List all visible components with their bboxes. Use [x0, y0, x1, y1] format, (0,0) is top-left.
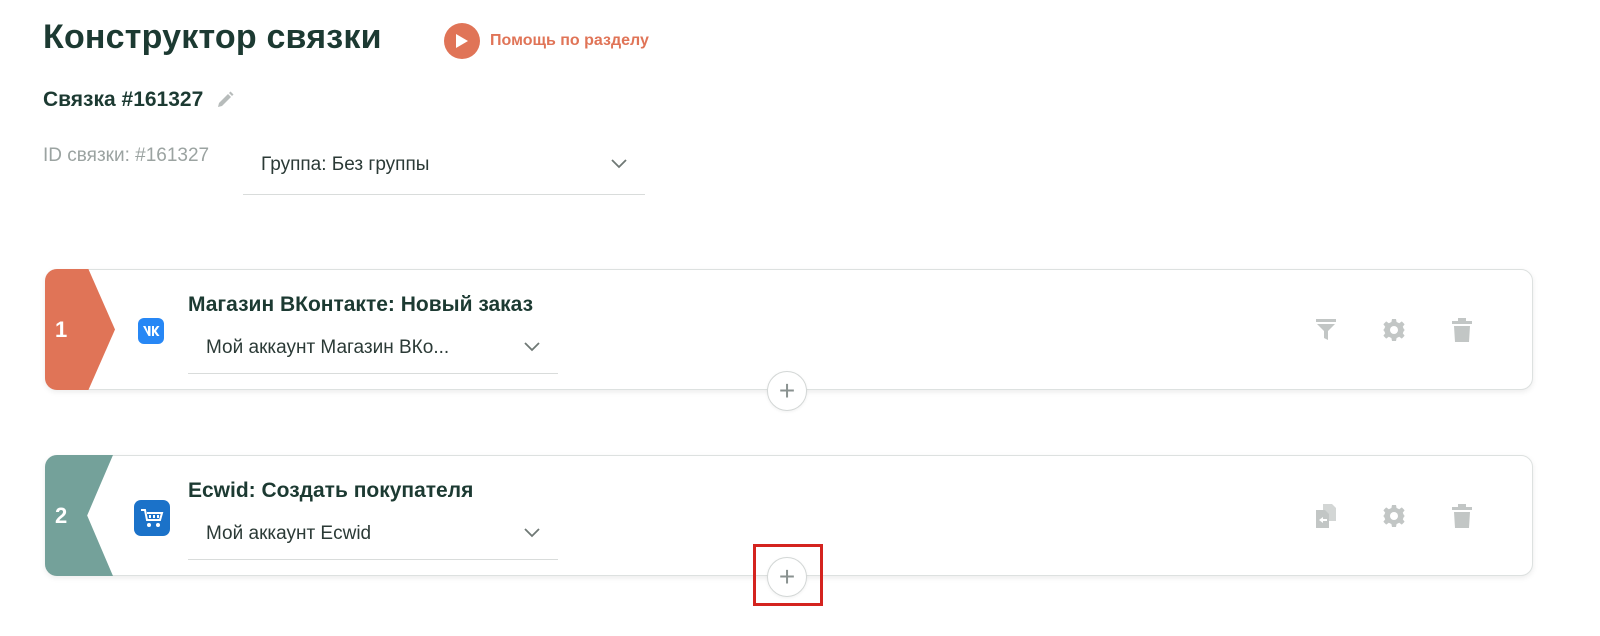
- group-select[interactable]: Группа: Без группы: [243, 145, 645, 195]
- copy-icon[interactable]: [1292, 502, 1360, 530]
- bundle-constructor-page: Конструктор связки Помощь по разделу Свя…: [0, 0, 1600, 636]
- bundle-id-row: ID связки: #161327: [43, 145, 209, 167]
- step-title: Ecwid: Создать покупателя: [188, 479, 474, 502]
- step-actions: [1292, 502, 1496, 530]
- account-select-value: Мой аккаунт Ecwid: [206, 522, 372, 544]
- help-label: Помощь по разделу: [490, 32, 649, 49]
- gear-icon[interactable]: [1360, 316, 1428, 344]
- bundle-name-row: Связка #161327: [43, 88, 235, 112]
- trash-icon[interactable]: [1428, 316, 1496, 344]
- add-step-button[interactable]: +: [767, 371, 807, 411]
- account-select-value: Мой аккаунт Магазин ВКо...: [206, 336, 450, 358]
- account-select[interactable]: Мой аккаунт Ecwid: [188, 514, 558, 560]
- play-icon: [444, 23, 480, 59]
- chevron-down-icon: [524, 525, 540, 543]
- filter-icon[interactable]: [1292, 316, 1360, 344]
- bundle-name: Связка #161327: [43, 88, 204, 111]
- pencil-icon[interactable]: [215, 90, 235, 110]
- trash-icon[interactable]: [1428, 502, 1496, 530]
- page-title: Конструктор связки: [43, 18, 382, 56]
- step-number-badge: 2: [45, 455, 113, 576]
- chevron-down-icon: [611, 156, 627, 174]
- step-number-badge: 1: [45, 269, 115, 390]
- group-select-value: Группа: Без группы: [261, 153, 430, 175]
- account-select[interactable]: Мой аккаунт Магазин ВКо...: [188, 328, 558, 374]
- ecwid-cart-icon: [134, 500, 170, 536]
- highlight-frame: [753, 544, 823, 606]
- vk-icon: [138, 318, 164, 344]
- chevron-down-icon: [524, 339, 540, 357]
- step-actions: [1292, 316, 1496, 344]
- step-title: Магазин ВКонтакте: Новый заказ: [188, 293, 534, 316]
- help-link[interactable]: Помощь по разделу: [444, 23, 649, 59]
- bundle-id: ID связки: #161327: [43, 145, 210, 166]
- gear-icon[interactable]: [1360, 502, 1428, 530]
